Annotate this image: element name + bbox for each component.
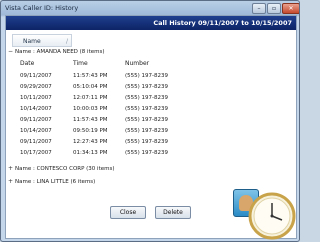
collapse-icon[interactable]: − (8, 48, 15, 56)
group-label: Name : CONTESCO CORP (30 items) (15, 166, 115, 172)
window-controls: – ▫ ✕ (252, 3, 299, 14)
window-titlebar[interactable]: Vista Caller ID: History – ▫ ✕ (1, 1, 299, 15)
cell-time: 12:07:11 PM (73, 95, 108, 101)
cell-time: 11:57:43 PM (73, 73, 108, 79)
call-history-title: Call History 09/11/2007 to 10/15/2007 (153, 19, 292, 27)
cell-date: 09/11/2007 (20, 139, 52, 145)
close-window-icon[interactable]: ✕ (282, 3, 299, 14)
cell-number: (555) 197-8239 (125, 150, 169, 156)
clock-icon (248, 192, 296, 240)
expand-icon[interactable]: + (8, 178, 15, 186)
cell-number: (555) 197-8239 (125, 95, 169, 101)
window-title: Vista Caller ID: History (5, 4, 79, 12)
cell-date: 10/11/2007 (20, 95, 52, 101)
cell-date: 09/11/2007 (20, 117, 52, 123)
sort-icon: / (65, 38, 68, 45)
delete-button[interactable]: Delete (155, 206, 191, 219)
cell-number: (555) 197-8239 (125, 106, 169, 112)
column-header-time[interactable]: Time (73, 60, 88, 67)
expand-icon[interactable]: + (8, 165, 15, 173)
cell-time: 10:00:03 PM (73, 106, 108, 112)
call-history-header: Call History 09/11/2007 to 10/15/2007 (6, 16, 296, 30)
cell-number: (555) 197-8239 (125, 73, 169, 79)
cell-number: (555) 197-8239 (125, 117, 169, 123)
group-column-label: Name (23, 38, 41, 45)
cell-date: 10/14/2007 (20, 128, 52, 134)
cell-time: 01:34:13 PM (73, 150, 108, 156)
group-row-lina-little[interactable]: + Name : LINA LITTLE (6 items) (8, 178, 95, 186)
cell-number: (555) 197-8239 (125, 139, 169, 145)
cell-time: 11:57:43 PM (73, 117, 108, 123)
cell-time: 05:10:04 PM (73, 84, 108, 90)
column-header-date[interactable]: Date (20, 60, 34, 67)
cell-date: 10/17/2007 (20, 150, 52, 156)
group-label: Name : LINA LITTLE (6 items) (15, 179, 96, 185)
maximize-icon[interactable]: ▫ (267, 3, 281, 14)
cell-date: 09/29/2007 (20, 84, 52, 90)
cell-date: 10/14/2007 (20, 106, 52, 112)
group-row-amanda-need[interactable]: − Name : AMANDA NEED (8 items) (8, 48, 105, 56)
group-row-contesco-corp[interactable]: + Name : CONTESCO CORP (30 items) (8, 165, 115, 173)
cell-time: 09:50:19 PM (73, 128, 108, 134)
cell-time: 12:27:43 PM (73, 139, 108, 145)
cell-date: 09/11/2007 (20, 73, 52, 79)
minimize-icon[interactable]: – (252, 3, 266, 14)
cell-number: (555) 197-8239 (125, 128, 169, 134)
group-by-name-column[interactable]: Name / (12, 34, 72, 47)
close-button[interactable]: Close (110, 206, 146, 219)
cell-number: (555) 197-8239 (125, 84, 169, 90)
group-label: Name : AMANDA NEED (8 items) (15, 49, 105, 55)
history-window: Vista Caller ID: History – ▫ ✕ Call Hist… (0, 0, 300, 242)
column-header-number[interactable]: Number (125, 60, 149, 67)
